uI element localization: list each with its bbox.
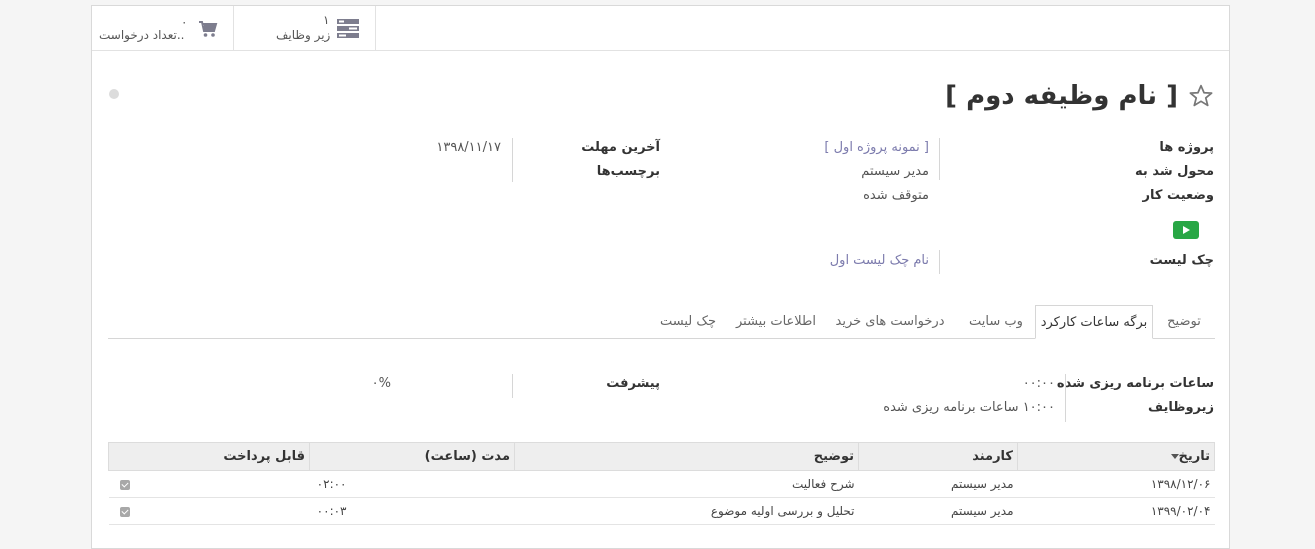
deadline-label: آخرین مهلت — [581, 140, 660, 155]
cell-description: شرح فعالیت — [514, 470, 859, 498]
tab-description[interactable]: توضیح — [1153, 305, 1215, 338]
cell-duration: ۰۰:۰۳ — [309, 497, 515, 525]
requests-count: ۰ — [181, 15, 188, 29]
table-row[interactable]: ۱۳۹۸/۱۲/۰۶ مدیر سیستم شرح فعالیت ۰۲:۰۰ — [108, 470, 1215, 498]
tab-more-info[interactable]: اطلاعات بیشتر — [729, 305, 823, 338]
cell-billable — [108, 497, 310, 525]
tab-timesheets[interactable]: برگه ساعات کارکرد — [1035, 305, 1153, 339]
column-header-duration[interactable]: مدت (ساعت) — [309, 442, 515, 471]
cell-duration: ۰۲:۰۰ — [309, 470, 515, 498]
field-separator — [512, 374, 513, 398]
deadline-value[interactable]: ۱۳۹۸/۱۱/۱۷ — [436, 140, 501, 155]
checklist-label: چک لیست — [1149, 253, 1214, 268]
timesheet-table: تاریخ کارمند توضیح مدت (ساعت) قابل پرداخ… — [108, 442, 1215, 525]
progress-label: پیشرفت — [606, 376, 660, 391]
task-title: [ نام وظیفه دوم ] — [945, 81, 1178, 111]
assigned-value[interactable]: مدیر سیستم — [861, 164, 929, 179]
requests-label: تعداد درخواست.. — [99, 28, 185, 42]
column-header-date[interactable]: تاریخ — [1017, 442, 1215, 471]
title-row: [ نام وظیفه دوم ] — [945, 78, 1214, 114]
subtasks-button[interactable]: ۱ زیر وظایف — [234, 6, 376, 50]
star-icon[interactable] — [1188, 83, 1214, 109]
subtasks-hours-value: ۱۰:۰۰ ساعات برنامه ریزی شده — [883, 400, 1055, 415]
project-value[interactable]: [ نمونه پروژه اول ] — [824, 140, 929, 155]
progress-value: ۰% — [371, 376, 391, 391]
table-row[interactable]: ۱۳۹۹/۰۲/۰۴ مدیر سیستم تحلیل و بررسی اولی… — [108, 497, 1215, 525]
tab-purchase-requests[interactable]: درخواست های خرید — [823, 305, 957, 338]
billable-checkbox[interactable] — [119, 506, 130, 517]
assigned-label: محول شد به — [1135, 164, 1214, 179]
tab-checklist[interactable]: چک لیست — [647, 305, 729, 338]
column-header-description[interactable]: توضیح — [514, 442, 859, 471]
tab-website[interactable]: وب سایت — [957, 305, 1035, 338]
requests-button[interactable]: ۰ تعداد درخواست.. — [92, 6, 234, 50]
stage-label: وضعیت کار — [1142, 188, 1215, 203]
cell-employee: مدیر سیستم — [858, 497, 1018, 525]
play-timer-button[interactable] — [1173, 221, 1199, 239]
button-box: ۰ تعداد درخواست.. ۱ زیر وظایف — [92, 6, 1229, 51]
planned-hours-label: ساعات برنامه ریزی شده — [1056, 376, 1214, 391]
stage-value[interactable]: متوقف شده — [863, 188, 929, 203]
field-separator — [1065, 374, 1066, 422]
form-sheet: ۰ تعداد درخواست.. ۱ زیر وظایف [نام وظیف… — [91, 5, 1230, 549]
tags-label: برچسب‌ها — [596, 164, 660, 179]
field-separator — [939, 250, 940, 274]
project-label: پروژه ها — [1159, 140, 1214, 155]
cell-date: ۱۳۹۹/۰۲/۰۴ — [1017, 497, 1215, 525]
checklist-value[interactable]: نام چک لیست اول — [830, 253, 929, 268]
sort-caret-icon — [1170, 454, 1179, 459]
cell-description: تحلیل و بررسی اولیه موضوع — [514, 497, 859, 525]
cell-employee: مدیر سیستم — [858, 470, 1018, 498]
planned-hours-value: ۰۰:۰۰ — [1022, 376, 1055, 391]
tasks-icon — [337, 19, 359, 43]
column-header-billable[interactable]: قابل پرداخت — [108, 442, 310, 471]
billable-checkbox[interactable] — [119, 479, 130, 490]
table-header-row: تاریخ کارمند توضیح مدت (ساعت) قابل پرداخ… — [108, 442, 1215, 471]
column-header-employee[interactable]: کارمند — [858, 442, 1018, 471]
notebook-tabs: توضیح برگه ساعات کارکرد وب سایت درخواست … — [108, 305, 1215, 339]
cell-date: ۱۳۹۸/۱۲/۰۶ — [1017, 470, 1215, 498]
field-separator — [512, 138, 513, 182]
subtasks-count: ۱ — [323, 13, 330, 27]
subtasks-hours-label: زیروظایف — [1147, 400, 1214, 415]
status-indicator — [109, 89, 119, 99]
subtasks-label: زیر وظایف — [276, 28, 331, 42]
shopping-cart-icon — [198, 20, 218, 42]
cell-billable — [108, 470, 310, 498]
field-separator — [939, 138, 940, 180]
